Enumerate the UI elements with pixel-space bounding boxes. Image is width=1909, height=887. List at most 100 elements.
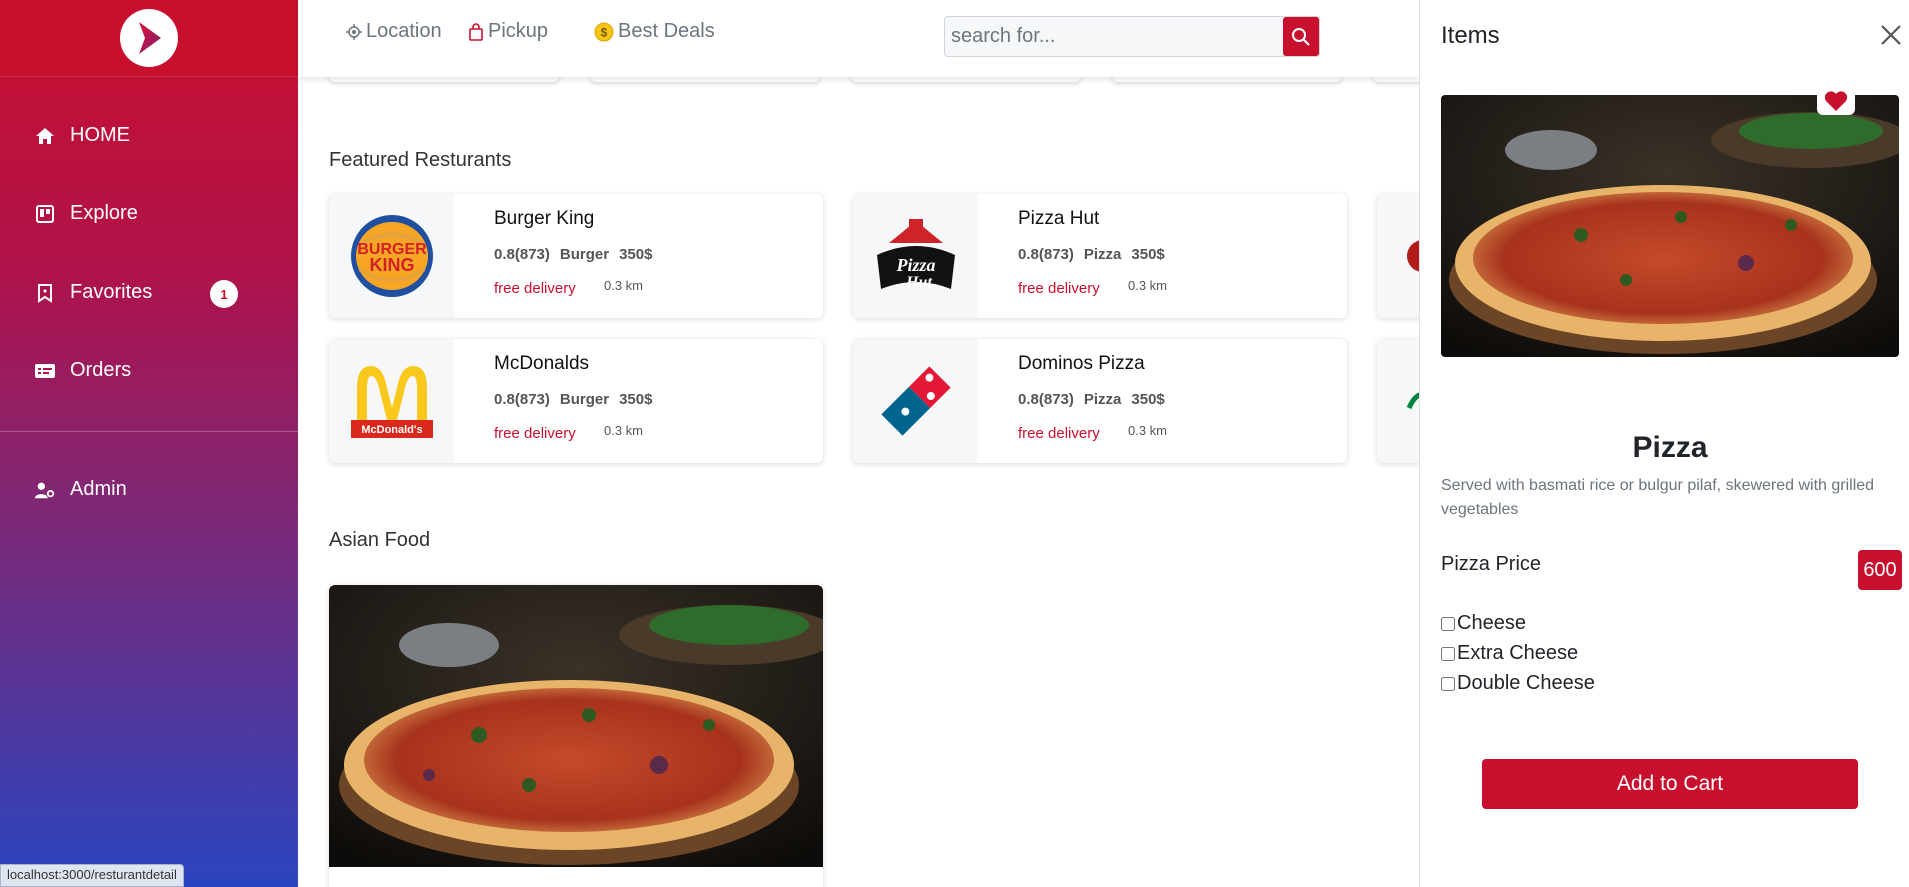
pickup-link[interactable]: Pickup [468,20,548,43]
extra-cheese-checkbox[interactable] [1441,646,1455,661]
distance-label: 0.3 km [604,278,644,293]
restaurant-card[interactable]: Pizza Hut Pizza Hut 0.8(873) Pizza 350$ … [853,194,1347,318]
svg-text:$: $ [601,25,608,39]
price-badge: 600 [1858,550,1902,590]
category-card[interactable] [329,77,559,82]
delivery-label: free delivery [494,425,576,442]
restaurant-meta: 0.8(873) Burger 350$ [494,246,652,263]
restaurant-card[interactable]: Dominos Pizza 0.8(873) Pizza 350$ free d… [853,339,1347,463]
price-label: Pizza Price [1441,553,1542,575]
sidebar-item-label: HOME [70,124,130,146]
pizza-hut-logo: Pizza Hut [853,194,978,318]
double-cheese-checkbox[interactable] [1441,676,1455,691]
delivery-label: free delivery [494,280,576,297]
explore-icon [34,203,56,225]
browser-status-url: localhost:3000/resturantdetail [0,864,184,887]
favorite-button[interactable] [1817,87,1855,115]
sidebar-divider [0,431,298,432]
food-card[interactable] [329,585,823,887]
pickup-label: Pickup [488,20,549,42]
restaurant-category: Burger [559,391,610,408]
close-icon [1881,25,1901,45]
add-to-cart-button[interactable]: Add to Cart [1482,759,1858,809]
category-card[interactable] [590,77,820,82]
svg-text:KING: KING [369,255,414,275]
delivery-label: free delivery [1018,280,1100,297]
pizza-image [329,585,823,867]
option-label: Double Cheese [1457,672,1595,694]
best-deals-label: Best Deals [618,20,715,42]
heart-icon [1824,91,1848,111]
search-input[interactable] [945,17,1283,56]
asian-food-section-title: Asian Food [329,529,431,551]
item-image [1441,95,1899,357]
svg-text:Pizza: Pizza [895,255,935,275]
option-extra-cheese[interactable]: Extra Cheese [1441,642,1578,665]
dominos-logo [853,339,978,463]
restaurant-category: Pizza [1083,246,1122,263]
svg-text:Hut: Hut [905,274,932,291]
restaurant-meta: 0.8(873) Pizza 350$ [1018,391,1165,408]
cheese-checkbox[interactable] [1441,616,1455,631]
restaurant-meta: 0.8(873) Pizza 350$ [1018,246,1165,263]
close-button[interactable] [1878,22,1904,48]
restaurant-card[interactable]: McDonald's McDonalds 0.8(873) Burger 350… [329,339,823,463]
restaurant-card[interactable] [1377,339,1419,463]
orders-icon [34,360,56,382]
sidebar-item-home[interactable]: HOME [34,124,130,147]
sidebar-item-favorites[interactable]: Favorites [34,281,152,304]
item-detail-panel: Items Pizza Served with basmati rice or … [1419,0,1909,887]
featured-section-title: Featured Resturants [329,149,512,171]
location-label: Location [366,20,442,42]
distance-label: 0.3 km [1128,423,1168,438]
best-deals-link[interactable]: $ Best Deals [594,20,715,43]
restaurant-price: 350$ [619,391,653,408]
sidebar-item-label: Favorites [70,281,153,303]
sidebar-item-explore[interactable]: Explore [34,202,138,225]
restaurant-logo [1377,339,1419,463]
sidebar-item-label: Admin [70,478,127,500]
delivery-label: free delivery [1018,425,1100,442]
app-logo[interactable] [120,9,178,67]
restaurant-rating: 0.8(873) [1018,391,1074,408]
location-link[interactable]: Location [346,20,442,43]
home-icon [34,125,56,147]
distance-label: 0.3 km [1128,278,1168,293]
sidebar-item-orders[interactable]: Orders [34,359,131,382]
sidebar-item-admin[interactable]: Admin [34,478,127,501]
restaurant-price: 350$ [1131,246,1165,263]
bookmark-icon [34,282,56,304]
restaurant-rating: 0.8(873) [494,391,550,408]
restaurant-name: Burger King [494,208,595,229]
option-label: Extra Cheese [1457,642,1579,664]
restaurant-category: Pizza [1083,391,1122,408]
sidebar: HOME Explore Favorites 1 Orders Admin [0,0,298,887]
category-card[interactable] [1373,77,1419,82]
restaurant-rating: 0.8(873) [494,246,550,263]
restaurant-name: Pizza Hut [1018,208,1100,229]
option-double-cheese[interactable]: Double Cheese [1441,672,1595,695]
restaurant-card[interactable]: BURGER KING Burger King 0.8(873) Burger … [329,194,823,318]
restaurant-price: 350$ [1131,391,1165,408]
search-button[interactable] [1283,17,1319,56]
option-label: Cheese [1457,612,1526,634]
svg-text:McDonald's: McDonald's [361,424,422,436]
app-logo-icon [139,22,161,54]
restaurant-meta: 0.8(873) Burger 350$ [494,391,652,408]
bag-icon [468,22,484,41]
item-description: Served with basmati rice or bulgur pilaf… [1441,477,1875,518]
category-card[interactable] [851,77,1081,82]
location-icon [346,23,362,40]
option-cheese[interactable]: Cheese [1441,612,1526,635]
admin-icon [34,479,56,501]
burger-king-logo: BURGER KING [329,194,454,318]
distance-label: 0.3 km [604,423,644,438]
restaurant-card[interactable] [1377,194,1419,318]
restaurant-price: 350$ [619,246,653,263]
sidebar-item-label: Orders [70,359,132,381]
category-card[interactable] [1112,77,1342,82]
restaurant-category: Burger [559,246,610,263]
main-content: Featured Resturants BURGER KING Burger K… [298,77,1419,887]
logo-bar [0,0,298,77]
restaurant-rating: 0.8(873) [1018,246,1074,263]
